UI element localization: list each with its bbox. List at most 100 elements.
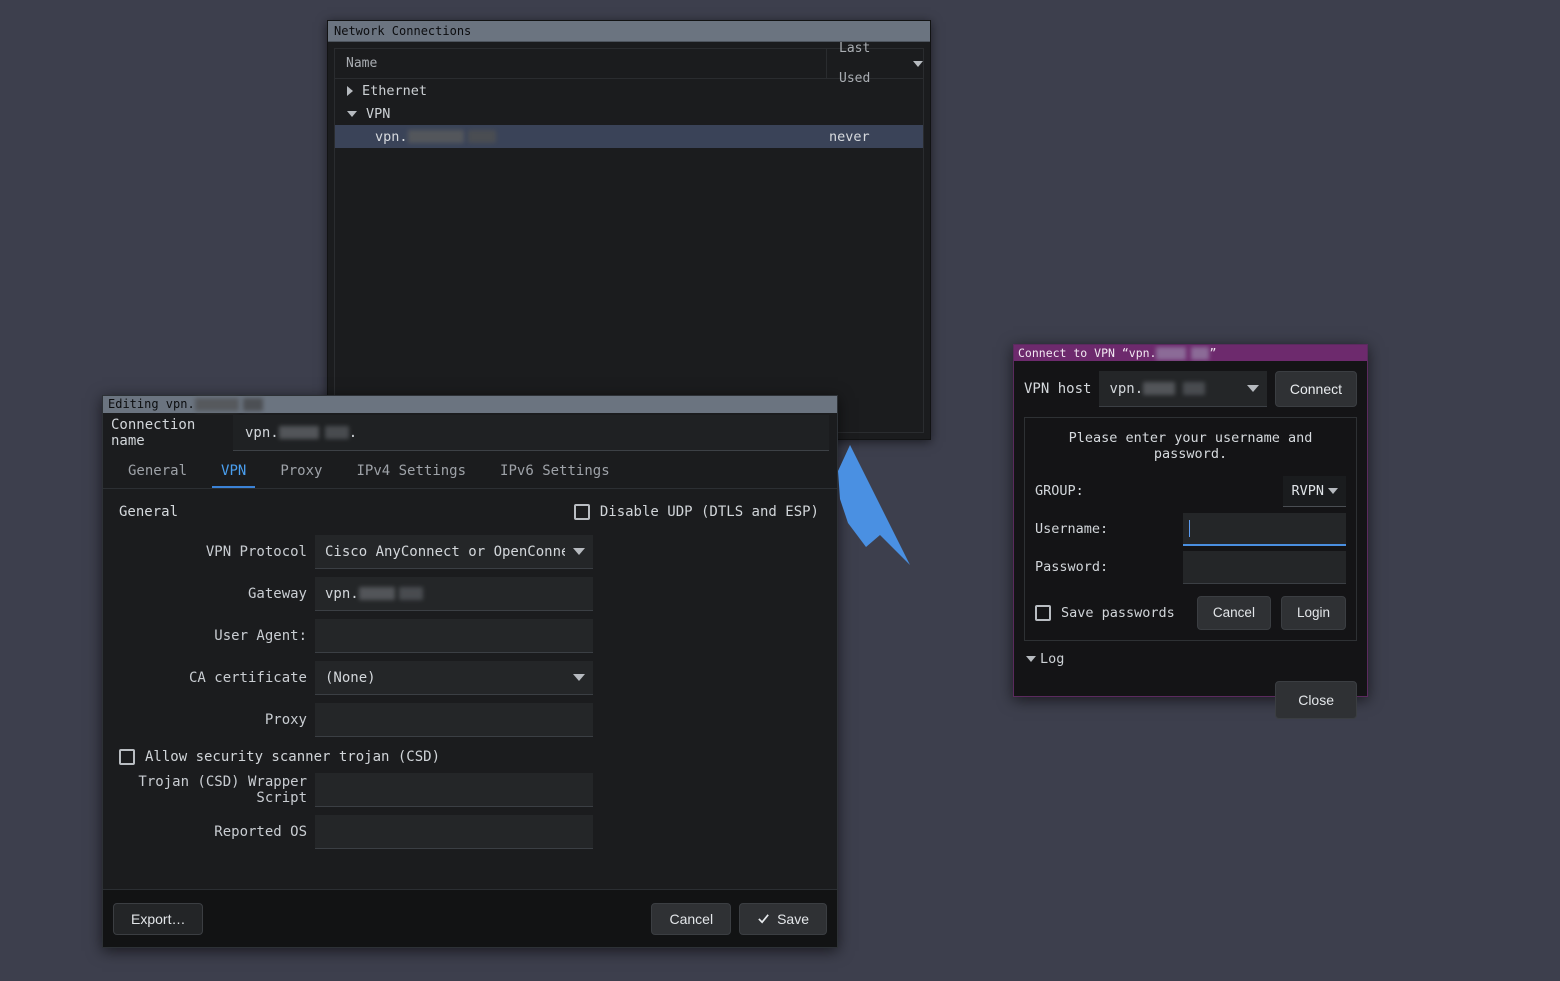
field-row-user-agent: User Agent: xyxy=(103,619,837,653)
column-header-name[interactable]: Name xyxy=(335,49,827,78)
chevron-down-icon xyxy=(1328,487,1338,494)
input-proxy[interactable] xyxy=(315,703,593,737)
chevron-down-icon[interactable] xyxy=(347,110,357,117)
group-row-vpn[interactable]: VPN xyxy=(335,102,923,125)
connections-list-empty-area xyxy=(335,148,923,380)
tab-vpn[interactable]: VPN xyxy=(204,453,263,488)
group-row: GROUP: RVPN xyxy=(1035,472,1346,510)
input-reported-os[interactable] xyxy=(315,815,593,849)
connection-last-used-cell: never xyxy=(829,128,870,145)
network-connections-body: Name Last Used Ethernet VPN vpn. never xyxy=(328,41,930,439)
allow-csd-row[interactable]: Allow security scanner trojan (CSD) xyxy=(103,745,837,773)
auth-prompt-text: Please enter your username and password. xyxy=(1068,430,1313,462)
connection-name-input[interactable]: vpn.. xyxy=(233,415,829,451)
vpn-connect-titlebar[interactable]: Connect to VPN “vpn. ” xyxy=(1014,345,1367,361)
label-gateway: Gateway xyxy=(247,586,307,602)
vpn-host-select[interactable]: vpn. xyxy=(1099,371,1267,407)
tab-ipv6-settings[interactable]: IPv6 Settings xyxy=(483,453,627,488)
save-passwords-row: Save passwords Cancel Login xyxy=(1035,596,1346,630)
chevron-right-icon[interactable] xyxy=(347,85,353,96)
redacted-window-title xyxy=(194,398,239,411)
log-disclosure[interactable]: Log xyxy=(1024,641,1357,667)
editing-window-title: Editing vpn. xyxy=(108,397,195,411)
label-proxy: Proxy xyxy=(264,712,307,728)
redacted-connection-name-2 xyxy=(467,130,496,143)
disable-udp-row[interactable]: Disable UDP (DTLS and ESP) xyxy=(573,504,819,520)
vpn-settings-panel: General Disable UDP (DTLS and ESP) VPN P… xyxy=(103,489,837,867)
label-vpn-protocol: VPN Protocol xyxy=(205,544,307,560)
label-user-agent: User Agent: xyxy=(214,628,307,644)
tab-proxy[interactable]: Proxy xyxy=(263,453,339,488)
redacted-gateway-2 xyxy=(398,587,423,600)
login-button[interactable]: Login xyxy=(1280,596,1346,630)
desktop-background: Network Connections Name Last Used Ether… xyxy=(0,0,1560,981)
vpn-connect-title: Connect to VPN “vpn. xyxy=(1018,346,1157,360)
group-row-ethernet[interactable]: Ethernet xyxy=(335,79,923,102)
column-header-last-used[interactable]: Last Used xyxy=(827,41,923,86)
password-label: Password: xyxy=(1035,559,1109,575)
select-vpn-protocol[interactable]: Cisco AnyConnect or OpenConnect xyxy=(315,535,593,569)
select-ca-certificate[interactable]: (None) xyxy=(315,661,593,695)
log-label: Log xyxy=(1040,650,1065,667)
sort-descending-icon xyxy=(913,60,923,67)
redacted-gateway xyxy=(358,587,395,600)
connection-name-label: Connection name xyxy=(111,417,196,449)
chevron-down-icon xyxy=(573,548,585,555)
save-button[interactable]: Save xyxy=(739,902,827,935)
disable-udp-label: Disable UDP (DTLS and ESP) xyxy=(599,504,819,520)
vpn-connect-window: Connect to VPN “vpn. ” VPN host vpn. Conn… xyxy=(1013,344,1368,719)
label-trojan-wrapper-script: Trojan (CSD) Wrapper Script xyxy=(138,774,307,806)
arrow-pointer-icon xyxy=(838,445,910,565)
username-label: Username: xyxy=(1035,521,1109,537)
field-row-reported-os: Reported OS xyxy=(103,815,837,849)
field-row-ca-certificate: CA certificate (None) xyxy=(103,661,837,695)
tab-ipv4-settings[interactable]: IPv4 Settings xyxy=(339,453,483,488)
disable-udp-checkbox[interactable] xyxy=(573,504,590,520)
export-button[interactable]: Export… xyxy=(113,902,204,935)
network-connections-window: Network Connections Name Last Used Ether… xyxy=(327,20,931,440)
input-trojan-wrapper-script[interactable] xyxy=(315,773,593,807)
editing-window-titlebar[interactable]: Editing vpn. xyxy=(103,396,837,413)
chevron-down-icon xyxy=(1026,655,1036,662)
password-input[interactable] xyxy=(1183,550,1346,584)
group-label-ethernet: Ethernet xyxy=(362,82,428,99)
general-section-header: General xyxy=(119,504,179,520)
connect-button[interactable]: Connect xyxy=(1274,371,1357,407)
connection-name-text: vpn. xyxy=(375,128,408,145)
save-passwords-label: Save passwords xyxy=(1061,604,1175,621)
input-user-agent[interactable] xyxy=(315,619,593,653)
redacted-connection-name-value-2 xyxy=(324,426,349,439)
connections-list-header: Name Last Used xyxy=(335,41,923,86)
auth-cancel-button[interactable]: Cancel xyxy=(1196,596,1271,630)
editing-window-footer: Export… Cancel Save xyxy=(103,889,837,947)
username-row: Username: xyxy=(1035,510,1346,548)
settings-tabbar: General VPN Proxy IPv4 Settings IPv6 Set… xyxy=(103,453,837,489)
field-row-trojan-wrapper-script: Trojan (CSD) Wrapper Script xyxy=(103,773,837,807)
redacted-connection-name xyxy=(407,130,464,143)
check-icon xyxy=(758,914,769,924)
general-section-row: General Disable UDP (DTLS and ESP) xyxy=(103,499,837,525)
cancel-button[interactable]: Cancel xyxy=(651,902,732,935)
value-ca-certificate: (None) xyxy=(325,669,376,686)
vpn-host-row: VPN host vpn. Connect xyxy=(1024,371,1357,407)
input-gateway[interactable]: vpn. xyxy=(315,577,593,611)
group-select[interactable]: RVPN xyxy=(1283,475,1346,507)
redacted-vpn-title xyxy=(1156,347,1187,360)
connection-name-value: vpn. xyxy=(245,424,279,441)
redacted-vpn-host-2 xyxy=(1183,382,1206,395)
authentication-box: Please enter your username and password.… xyxy=(1024,417,1357,641)
tab-general[interactable]: General xyxy=(111,453,204,488)
vpn-fields-form: VPN Protocol Cisco AnyConnect or OpenCon… xyxy=(103,525,837,849)
redacted-connection-name-value xyxy=(278,426,319,439)
label-reported-os: Reported OS xyxy=(214,824,307,840)
close-button[interactable]: Close xyxy=(1275,680,1357,719)
vpn-connect-title-suffix: ” xyxy=(1209,346,1217,360)
editing-connection-window: Editing vpn. Connection name vpn.. Gener… xyxy=(102,395,838,948)
connection-row-vpn[interactable]: vpn. never xyxy=(335,125,923,148)
text-cursor xyxy=(1189,519,1190,537)
username-input[interactable] xyxy=(1183,512,1346,546)
allow-csd-checkbox[interactable] xyxy=(119,749,135,765)
field-row-vpn-protocol: VPN Protocol Cisco AnyConnect or OpenCon… xyxy=(103,535,837,569)
network-connections-title: Network Connections xyxy=(334,24,472,38)
save-passwords-checkbox[interactable] xyxy=(1035,604,1051,621)
